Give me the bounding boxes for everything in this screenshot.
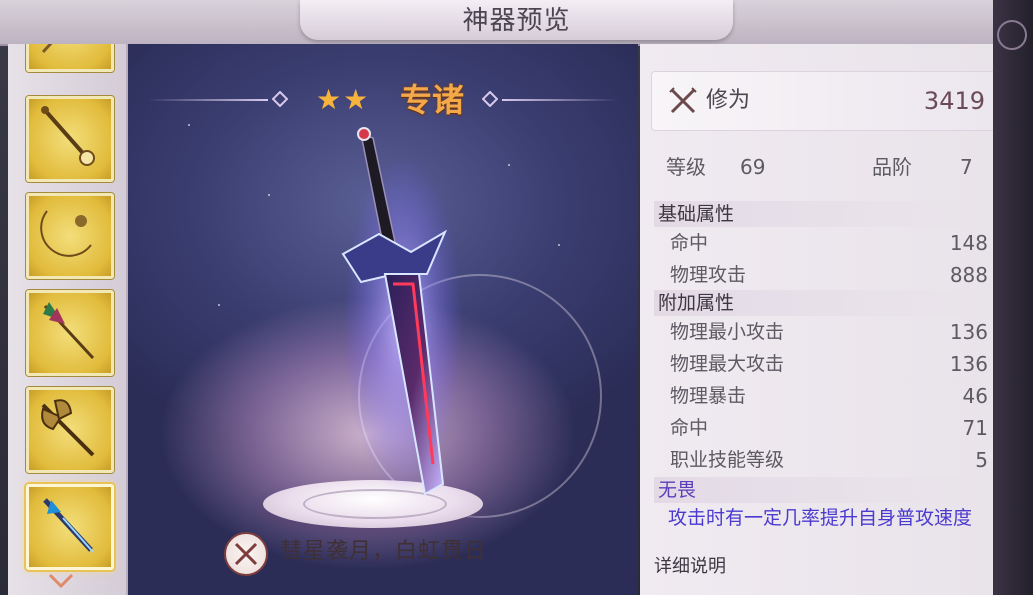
attr-label: 物理攻击	[670, 264, 747, 286]
attr-value: 888	[949, 263, 988, 287]
level-value: 69	[740, 155, 766, 179]
artifact-slot-crescent[interactable]	[26, 193, 114, 279]
artifact-name-row: ★★ 专诸	[148, 78, 618, 122]
attr-label: 命中	[670, 232, 709, 254]
artifact-slot-golden-scepter[interactable]	[26, 96, 114, 182]
crescent-blade-icon	[40, 210, 92, 257]
attr-value: 71	[962, 416, 988, 440]
power-label: 修为	[706, 88, 751, 113]
divider-left	[148, 99, 268, 101]
attr-value: 136	[949, 352, 988, 376]
attr-value: 46	[962, 384, 988, 408]
base-attributes-header: 基础属性	[654, 201, 982, 227]
skill-description: 彗星袭月，白虹贯日	[280, 539, 488, 564]
crossed-swords-icon	[224, 532, 268, 576]
special-skill-description: 攻击时有一定几率提升自身普攻速度	[668, 507, 973, 529]
artifact-slot-ornate-spear[interactable]	[26, 290, 114, 376]
sword-icon	[43, 498, 94, 553]
artifact-sword-image	[341, 127, 463, 496]
artifact-slot-battle-axe[interactable]	[26, 387, 114, 473]
level-label: 等级	[666, 155, 706, 179]
power-value: 3419	[923, 87, 985, 115]
divider-right	[502, 99, 618, 101]
attr-value: 5	[975, 448, 988, 472]
diamond-ornament-icon	[272, 91, 288, 107]
grade-label: 品阶	[872, 155, 912, 179]
special-skill-name: 无畏	[654, 477, 982, 503]
stats-panel: 修为 3419 等级 69 品阶 7 基础属性 命中 148 物理攻击 888 …	[640, 44, 993, 595]
attr-label: 物理暴击	[670, 385, 747, 407]
artifact-list[interactable]	[8, 44, 128, 595]
artifact-showcase: ★★ 专诸 彗星袭月，白虹贯日	[128, 44, 638, 595]
ornament-icon	[997, 20, 1027, 50]
axe-icon	[41, 399, 95, 457]
attr-label: 物理最大攻击	[670, 353, 785, 375]
staff-icon	[41, 44, 53, 54]
grade-value: 7	[960, 155, 973, 179]
diamond-ornament-icon	[482, 91, 498, 107]
extra-attributes-header: 附加属性	[654, 290, 982, 316]
right-edge-decoration	[993, 0, 1033, 595]
spear-icon	[43, 302, 95, 360]
attr-label: 职业技能等级	[670, 449, 785, 471]
window-title: 神器预览	[462, 6, 571, 36]
star-rating: ★★	[316, 83, 371, 116]
power-box: 修为 3419	[652, 72, 993, 130]
attr-label: 物理最小攻击	[670, 321, 785, 343]
attr-value: 148	[949, 231, 988, 255]
scroll-down-arrow-icon[interactable]	[48, 572, 74, 590]
crossed-swords-icon	[669, 87, 697, 114]
scepter-icon	[41, 106, 95, 166]
artifact-slot-staff[interactable]	[26, 44, 114, 72]
skill-row: 彗星袭月，白虹贯日	[218, 528, 558, 578]
attr-value: 136	[949, 320, 988, 344]
artifact-slot-blue-sword[interactable]	[26, 484, 114, 570]
details-header: 详细说明	[654, 556, 726, 574]
artifact-name: 专诸	[400, 81, 465, 119]
attr-label: 命中	[670, 417, 709, 439]
